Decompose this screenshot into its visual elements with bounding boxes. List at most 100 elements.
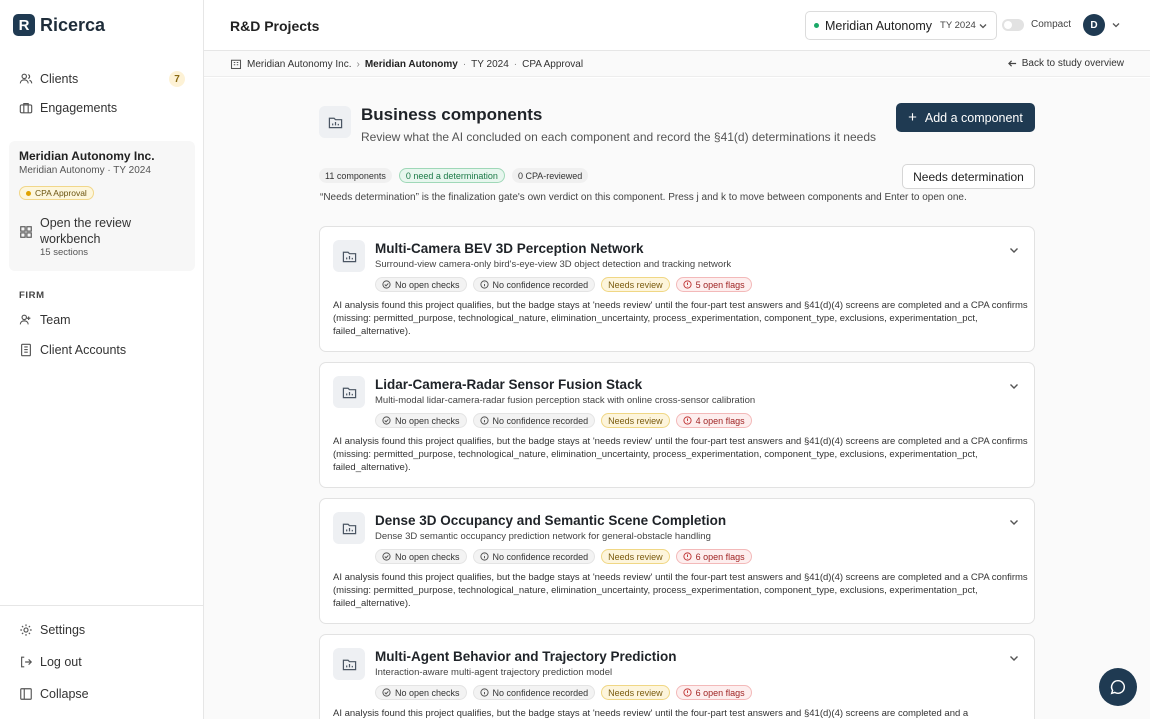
- chevron-right-icon: ›: [356, 58, 360, 70]
- plus-icon: +: [908, 109, 917, 126]
- breadcrumb-stage: CPA Approval: [522, 58, 584, 70]
- app-name: Ricerca: [40, 14, 106, 35]
- flags-label: 6 open flags: [695, 551, 745, 562]
- alert-circle-icon: [683, 280, 692, 289]
- alert-circle-icon: [683, 688, 692, 697]
- checks-label: No open checks: [395, 687, 460, 698]
- building-icon: [230, 58, 242, 70]
- alert-circle-icon: [683, 552, 692, 561]
- confidence-label: No confidence recorded: [492, 551, 589, 562]
- keyboard-hint: “Needs determination” is the finalizatio…: [320, 192, 967, 203]
- sidebar-item-engagements[interactable]: Engagements: [19, 101, 185, 115]
- firm-section-heading: FIRM: [19, 290, 45, 301]
- needs-determination-button[interactable]: Needs determination: [902, 164, 1035, 189]
- filter-cpa-reviewed[interactable]: 0 CPA-reviewed: [511, 168, 589, 183]
- main-content: Business components Review what the AI c…: [204, 78, 1150, 719]
- workbench-sections: 15 sections: [40, 247, 89, 258]
- compact-toggle[interactable]: [1002, 19, 1024, 31]
- client-subtitle: Meridian Autonomy · TY 2024: [19, 165, 151, 176]
- account-chevron-icon[interactable]: [1111, 20, 1121, 30]
- status-badge: Needs review: [601, 277, 670, 292]
- breadcrumb-org[interactable]: Meridian Autonomy Inc.: [247, 59, 352, 70]
- component-analysis: AI analysis found this project qualifies…: [333, 436, 1028, 473]
- breadcrumb: Meridian Autonomy Inc. › Meridian Autono…: [204, 51, 1150, 77]
- component-title[interactable]: Multi-Camera BEV 3D Perception Network: [375, 241, 644, 256]
- folder-chart-icon: [333, 240, 365, 272]
- review-workbench-link[interactable]: Open the review workbench 15 sections: [19, 215, 160, 258]
- status-badge: Needs review: [601, 549, 670, 564]
- status-badge: Needs review: [601, 413, 670, 428]
- checks-label: No open checks: [395, 279, 460, 290]
- check-circle-icon: [382, 280, 391, 289]
- info-circle-icon: [479, 688, 489, 697]
- flags-chip[interactable]: 5 open flags: [675, 277, 752, 292]
- add-component-button[interactable]: + Add a component: [896, 103, 1035, 132]
- component-title[interactable]: Lidar-Camera-Radar Sensor Fusion Stack: [375, 377, 642, 392]
- checks-chip: No open checks: [375, 549, 467, 564]
- component-title[interactable]: Dense 3D Occupancy and Semantic Scene Co…: [375, 513, 726, 528]
- checks-chip: No open checks: [375, 277, 467, 292]
- filter-need-determination[interactable]: 0 need a determination: [398, 168, 505, 183]
- sidebar-item-label: Clients: [40, 72, 79, 86]
- chevron-down-icon[interactable]: [1008, 652, 1020, 664]
- status-dot-icon: [26, 190, 31, 196]
- sidebar-item-label: Client Accounts: [40, 343, 127, 357]
- project-status-dot-icon: [814, 23, 819, 28]
- back-to-overview-link[interactable]: Back to study overview: [1007, 58, 1124, 69]
- confidence-label: No confidence recorded: [492, 279, 589, 290]
- sidebar-item-label: Collapse: [40, 687, 89, 701]
- sidebar-item-client-accounts[interactable]: Client Accounts: [19, 343, 185, 357]
- sidebar-footer: [0, 605, 203, 606]
- separator-dot: ·: [513, 58, 518, 70]
- add-component-label: Add a component: [924, 110, 1023, 125]
- project-selector[interactable]: Meridian Autonomy TY 2024: [805, 11, 997, 40]
- sidebar-item-label: Settings: [40, 623, 86, 637]
- component-card[interactable]: Multi-Agent Behavior and Trajectory Pred…: [319, 634, 1035, 719]
- filter-all-components[interactable]: 11 components: [319, 168, 392, 183]
- sidebar-item-settings[interactable]: Settings: [19, 623, 185, 637]
- grid-icon: [19, 225, 33, 239]
- flags-label: 4 open flags: [695, 415, 745, 426]
- team-icon: [19, 313, 33, 327]
- sidebar-item-collapse[interactable]: Collapse: [19, 687, 185, 701]
- arrow-left-icon: [1007, 59, 1017, 68]
- sidebar-item-label: Log out: [40, 655, 82, 669]
- confidence-chip: No confidence recorded: [472, 685, 596, 700]
- current-client-card: Meridian Autonomy Inc. Meridian Autonomy…: [9, 141, 195, 271]
- component-subtitle: Multi-modal lidar-camera-radar fusion pe…: [375, 395, 756, 406]
- logout-icon: [19, 655, 33, 669]
- project-year: TY 2024: [940, 20, 976, 31]
- check-circle-icon: [382, 688, 391, 697]
- component-card[interactable]: Multi-Camera BEV 3D Perception Network S…: [319, 226, 1035, 352]
- briefcase-icon: [19, 101, 33, 115]
- component-analysis: AI analysis found this project qualifies…: [333, 708, 969, 719]
- chevron-down-icon[interactable]: [1008, 380, 1020, 392]
- sidebar-icon: [19, 687, 33, 701]
- status-badge: CPA Approval: [19, 186, 94, 200]
- breadcrumb-project[interactable]: Meridian Autonomy: [365, 59, 458, 70]
- app-logo[interactable]: R Ricerca: [13, 14, 105, 36]
- logo-mark: R: [13, 14, 35, 36]
- chevron-down-icon: [978, 21, 988, 31]
- chat-button[interactable]: [1099, 668, 1137, 706]
- users-icon: [19, 72, 33, 86]
- component-status-chips: No open checks No confidence recorded Ne…: [375, 277, 758, 292]
- folder-chart-icon: [333, 376, 365, 408]
- chevron-down-icon[interactable]: [1008, 516, 1020, 528]
- flags-chip[interactable]: 4 open flags: [675, 413, 752, 428]
- component-title[interactable]: Multi-Agent Behavior and Trajectory Pred…: [375, 649, 677, 664]
- sidebar: R Ricerca Clients 7 Engagements Meridian…: [0, 0, 204, 719]
- sidebar-item-team[interactable]: Team: [19, 313, 185, 327]
- flags-chip[interactable]: 6 open flags: [675, 549, 752, 564]
- info-circle-icon: [479, 552, 489, 561]
- back-link-label: Back to study overview: [1021, 58, 1124, 69]
- chevron-down-icon[interactable]: [1008, 244, 1020, 256]
- flags-chip[interactable]: 6 open flags: [675, 685, 752, 700]
- avatar[interactable]: D: [1083, 14, 1105, 36]
- checks-label: No open checks: [395, 551, 460, 562]
- component-card[interactable]: Lidar-Camera-Radar Sensor Fusion Stack M…: [319, 362, 1035, 488]
- sidebar-item-clients[interactable]: Clients 7: [19, 71, 185, 87]
- sidebar-item-logout[interactable]: Log out: [19, 655, 185, 669]
- component-card[interactable]: Dense 3D Occupancy and Semantic Scene Co…: [319, 498, 1035, 624]
- page-title: R&D Projects: [230, 18, 320, 34]
